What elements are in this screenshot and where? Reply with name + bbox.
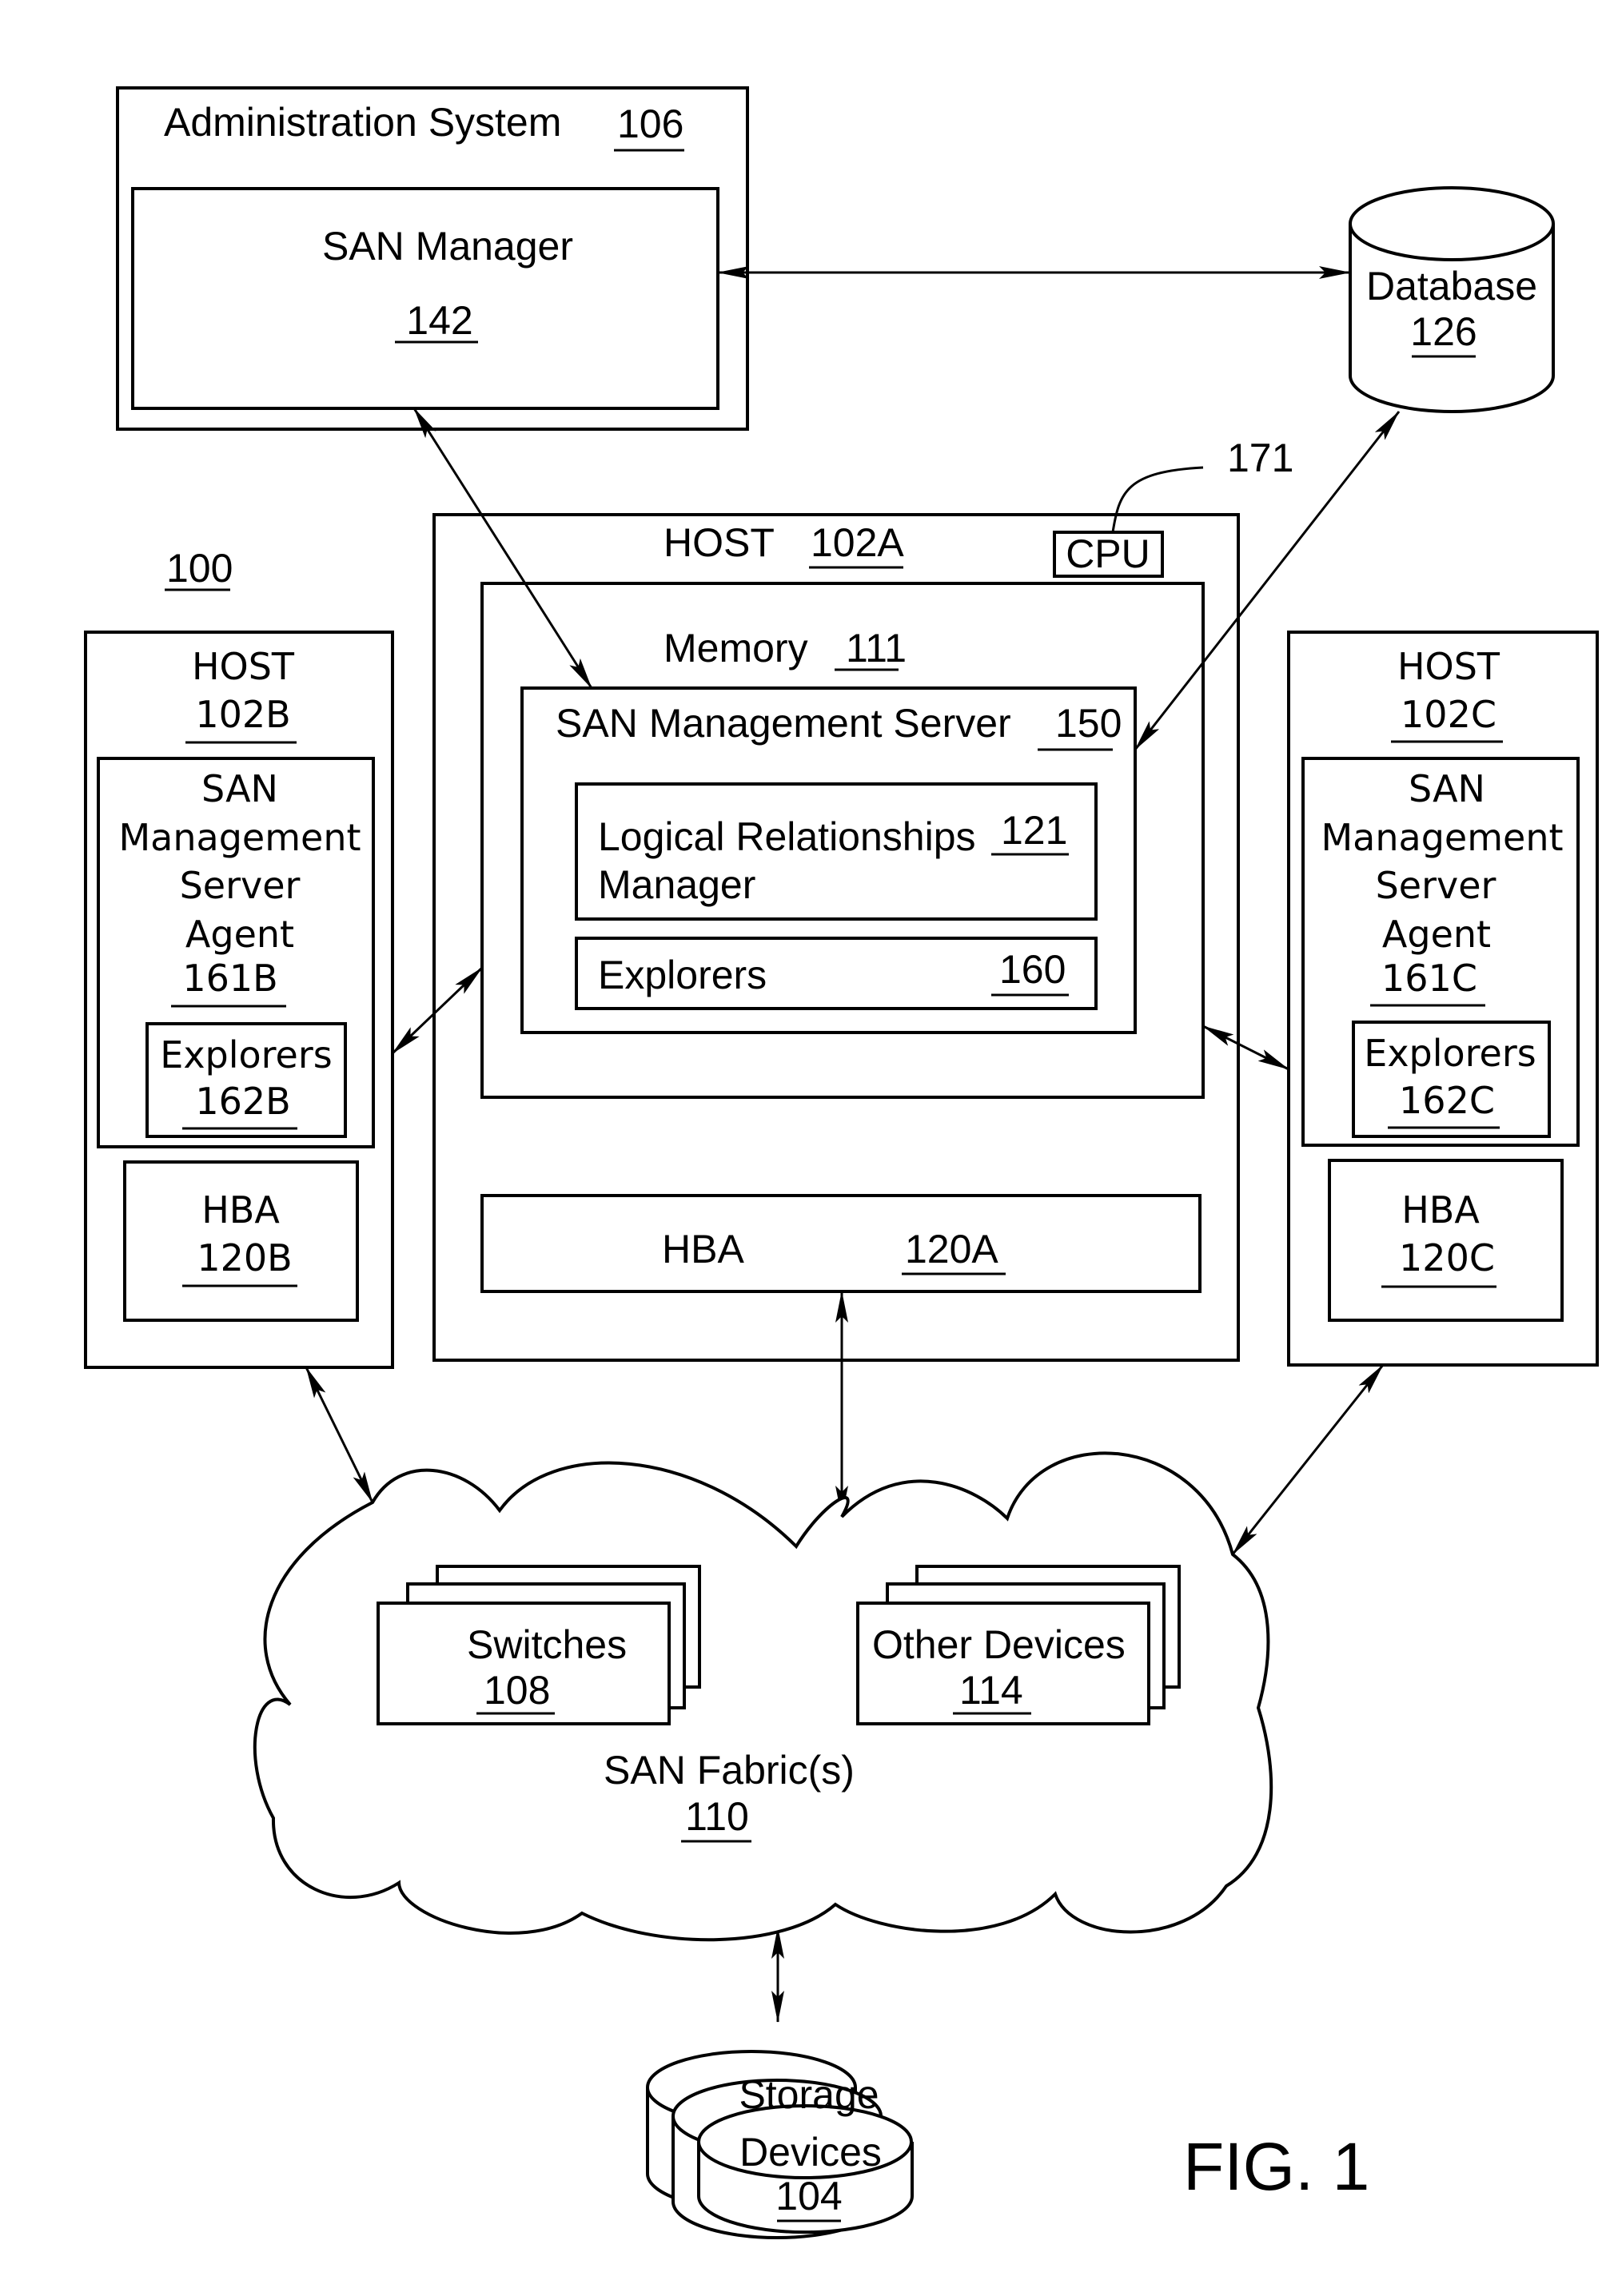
agent-c-line4: Agent xyxy=(1382,913,1491,956)
hba-120c: HBA 120C xyxy=(1328,1159,1564,1322)
memory-title: Memory xyxy=(664,626,808,670)
explorers-b-ref: 162B xyxy=(195,1080,290,1123)
host-c-title: HOST xyxy=(1397,645,1500,688)
hba-120b: HBA 120B xyxy=(123,1160,359,1322)
server-ref: 150 xyxy=(1055,701,1122,746)
san-architecture-diagram: Administration System 106 SAN Manager 14… xyxy=(84,86,1599,2239)
database: Database 126 xyxy=(1349,186,1555,413)
explorers-162b: Explorers 162B xyxy=(145,1022,347,1138)
explorers-a-ref: 160 xyxy=(999,947,1066,992)
figure-label: FIG. 1 xyxy=(1183,2129,1369,2204)
explorers-c-ref: 162C xyxy=(1399,1079,1495,1122)
hba-a-title: HBA xyxy=(662,1227,744,1271)
host-a-ref: 102A xyxy=(811,520,904,565)
agent-b-line3: Server xyxy=(180,864,301,907)
cpu-title: CPU xyxy=(1066,531,1150,576)
agent-c-line2: Management xyxy=(1321,816,1563,859)
system-ref: 100 xyxy=(166,546,233,591)
other-devices-title: Other Devices xyxy=(872,1622,1126,1667)
san-fabric-cloud: Switches 108 Other Devices 114 SAN Fabri… xyxy=(253,1451,1273,1942)
host-c-ref: 102C xyxy=(1401,693,1496,736)
host-102b: HOST 102B SAN Management Server Agent 16… xyxy=(84,631,394,1369)
san-manager: SAN Manager 142 xyxy=(131,187,719,410)
switches-title: Switches xyxy=(467,1622,627,1667)
cpu-ref: 171 xyxy=(1227,436,1293,480)
explorers-160: Explorers 160 xyxy=(575,937,1098,1010)
switches-ref: 108 xyxy=(484,1668,550,1713)
admin-system-title: Administration System xyxy=(164,100,561,145)
explorers-c-title: Explorers xyxy=(1364,1032,1536,1075)
san-manager-ref: 142 xyxy=(406,298,472,343)
link-host-c-fabric xyxy=(1231,1364,1385,1555)
san-manager-title: SAN Manager xyxy=(322,224,573,269)
storage-ref: 104 xyxy=(775,2174,842,2218)
storage-line1: Storage xyxy=(739,2072,879,2117)
san-management-server: SAN Management Server 150 Logical Relati… xyxy=(520,686,1137,1034)
database-ref: 126 xyxy=(1410,309,1477,354)
fabric-title: SAN Fabric(s) xyxy=(604,1748,855,1793)
cpu: CPU xyxy=(1053,531,1164,578)
other-devices-stack: Other Devices 114 xyxy=(856,1565,1181,1725)
memory: Memory 111 SAN Management Server 150 Log… xyxy=(480,582,1205,1099)
agent-c-line1: SAN xyxy=(1409,767,1485,810)
agent-b-line4: Agent xyxy=(185,913,294,956)
explorers-b-title: Explorers xyxy=(160,1033,333,1076)
host-102a: HOST 102A CPU Memory 111 SAN Management … xyxy=(432,513,1240,1362)
hba-120a: HBA 120A xyxy=(480,1194,1202,1293)
switches-stack: Switches 108 xyxy=(377,1565,701,1725)
database-title: Database xyxy=(1366,264,1537,308)
host-102c: HOST 102C SAN Management Server Agent 16… xyxy=(1287,631,1599,1367)
memory-ref: 111 xyxy=(846,626,907,670)
link-host-b-fabric xyxy=(305,1367,374,1503)
administration-system: Administration System 106 SAN Manager 14… xyxy=(116,86,749,431)
logical-relationships-manager: Logical Relationships Manager 121 xyxy=(575,782,1098,921)
agent-161c: SAN Management Server Agent 161C Explore… xyxy=(1301,757,1580,1147)
host-b-ref: 102B xyxy=(195,693,290,736)
lrm-line2: Manager xyxy=(598,862,755,907)
storage-line2: Devices xyxy=(739,2130,882,2175)
explorers-a-title: Explorers xyxy=(598,953,767,997)
host-a-title: HOST xyxy=(664,520,775,565)
admin-system-ref: 106 xyxy=(617,101,683,146)
fabric-ref: 110 xyxy=(685,1794,749,1839)
agent-c-line3: Server xyxy=(1376,864,1496,907)
lrm-line1: Logical Relationships xyxy=(598,814,976,859)
hba-b-ref: 120B xyxy=(197,1236,292,1279)
server-title: SAN Management Server xyxy=(556,701,1011,746)
hba-c-ref: 120C xyxy=(1399,1236,1495,1279)
hba-b-title: HBA xyxy=(201,1188,280,1232)
storage-devices: Storage Devices 104 xyxy=(646,2050,914,2239)
host-b-title: HOST xyxy=(192,645,295,688)
agent-c-ref: 161C xyxy=(1381,957,1477,1000)
hba-c-title: HBA xyxy=(1401,1188,1480,1232)
hba-a-ref: 120A xyxy=(905,1227,998,1271)
lrm-ref: 121 xyxy=(1001,808,1067,853)
agent-b-ref: 161B xyxy=(182,957,277,1000)
agent-161b: SAN Management Server Agent 161B Explore… xyxy=(97,757,375,1148)
agent-b-line2: Management xyxy=(118,816,361,859)
agent-b-line1: SAN xyxy=(201,767,278,810)
explorers-162c: Explorers 162C xyxy=(1352,1021,1551,1138)
other-devices-ref: 114 xyxy=(959,1668,1023,1713)
